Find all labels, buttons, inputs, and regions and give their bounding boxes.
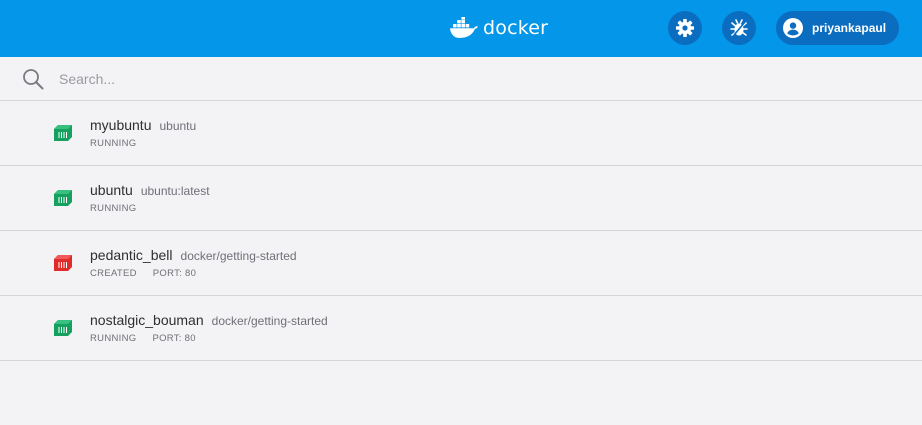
container-icon — [54, 125, 72, 141]
container-icon — [54, 255, 72, 271]
gear-icon — [676, 19, 694, 37]
container-name: pedantic_bell — [90, 247, 173, 263]
brand-label: docker — [483, 17, 549, 39]
settings-button[interactable] — [668, 11, 702, 45]
container-icon — [54, 320, 72, 336]
container-row-pedantic-bell[interactable]: pedantic_bell docker/getting-started CRE… — [0, 231, 922, 296]
search-input[interactable] — [59, 67, 899, 91]
container-row-ubuntu[interactable]: ubuntu ubuntu:latest RUNNING — [0, 166, 922, 231]
troubleshoot-button[interactable] — [722, 11, 756, 45]
container-list: myubuntu ubuntu RUNNING ubuntu ubuntu:la… — [0, 101, 922, 361]
container-icon — [54, 190, 72, 206]
container-name: myubuntu — [90, 117, 152, 133]
username-label: priyankapaul — [812, 21, 887, 35]
search-icon — [23, 69, 44, 90]
bug-icon — [730, 19, 748, 36]
container-image: ubuntu — [159, 119, 197, 133]
container-name: ubuntu — [90, 182, 133, 198]
search-bar — [0, 57, 922, 101]
container-row-myubuntu[interactable]: myubuntu ubuntu RUNNING — [0, 101, 922, 166]
docker-whale-icon — [450, 17, 478, 38]
container-status: RUNNING — [90, 138, 137, 149]
docker-logo: docker — [449, 13, 548, 43]
container-name: nostalgic_bouman — [90, 312, 204, 328]
container-status: RUNNING — [90, 203, 137, 214]
container-port: PORT: 80 — [152, 333, 196, 344]
container-image: docker/getting-started — [180, 249, 297, 263]
container-row-nostalgic-bouman[interactable]: nostalgic_bouman docker/getting-started … — [0, 296, 922, 361]
container-image: ubuntu:latest — [140, 184, 210, 198]
user-avatar-icon — [783, 18, 803, 38]
container-status: CREATED — [90, 268, 137, 279]
container-image: docker/getting-started — [211, 314, 328, 328]
top-bar: docker priyankapaul — [0, 0, 922, 57]
container-status: RUNNING — [90, 333, 137, 344]
user-account-button[interactable]: priyankapaul — [776, 11, 899, 45]
container-port: PORT: 80 — [152, 268, 197, 279]
